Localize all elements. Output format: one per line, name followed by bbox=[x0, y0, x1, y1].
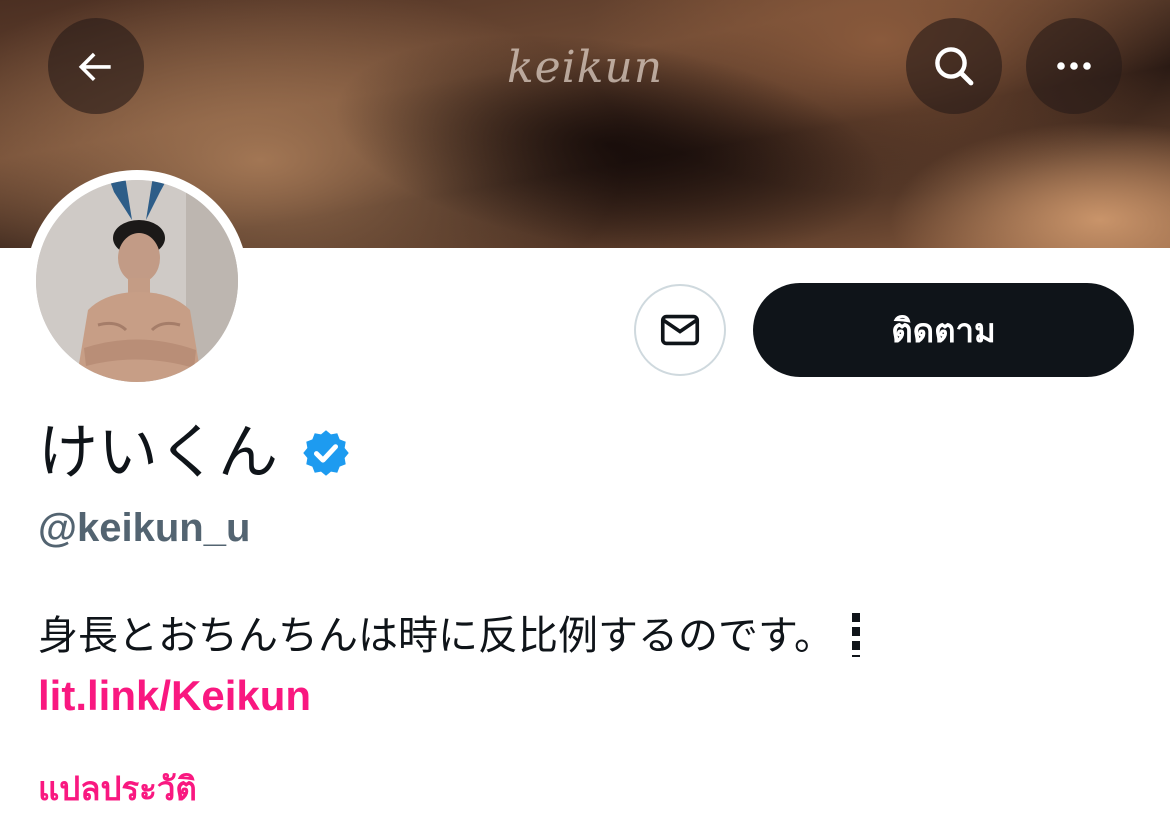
translate-bio-link[interactable]: แปลประวัติ bbox=[38, 762, 197, 815]
follow-button[interactable]: ติดตาม bbox=[753, 283, 1134, 377]
bio-link[interactable]: lit.link/Keikun bbox=[38, 672, 311, 720]
bio-dots-glyph bbox=[852, 613, 860, 657]
envelope-icon bbox=[660, 314, 700, 346]
back-button[interactable] bbox=[48, 18, 144, 114]
display-name-row: けいくん bbox=[38, 418, 352, 488]
verified-badge-icon[interactable] bbox=[300, 427, 352, 479]
avatar-photo bbox=[36, 180, 238, 382]
display-name: けいくん bbox=[38, 418, 278, 488]
bio-text: 身長とおちんちんは時に反比例するのです。 bbox=[38, 613, 834, 659]
arrow-left-icon bbox=[78, 52, 111, 82]
profile-handle: @keikun_u bbox=[38, 506, 251, 550]
profile-bio: 身長とおちんちんは時に反比例するのです。 bbox=[38, 610, 860, 662]
message-button[interactable] bbox=[634, 284, 726, 376]
profile-page: keikun ติดตาม けいくん @keikun_u 身長とおちんちんは時に… bbox=[0, 0, 1170, 829]
banner-shadow bbox=[318, 2, 902, 248]
avatar[interactable] bbox=[36, 180, 238, 382]
more-button[interactable] bbox=[1026, 18, 1122, 114]
avatar-frame bbox=[26, 170, 248, 392]
search-icon bbox=[935, 47, 974, 86]
search-button[interactable] bbox=[906, 18, 1002, 114]
more-horizontal-icon bbox=[1057, 62, 1091, 70]
